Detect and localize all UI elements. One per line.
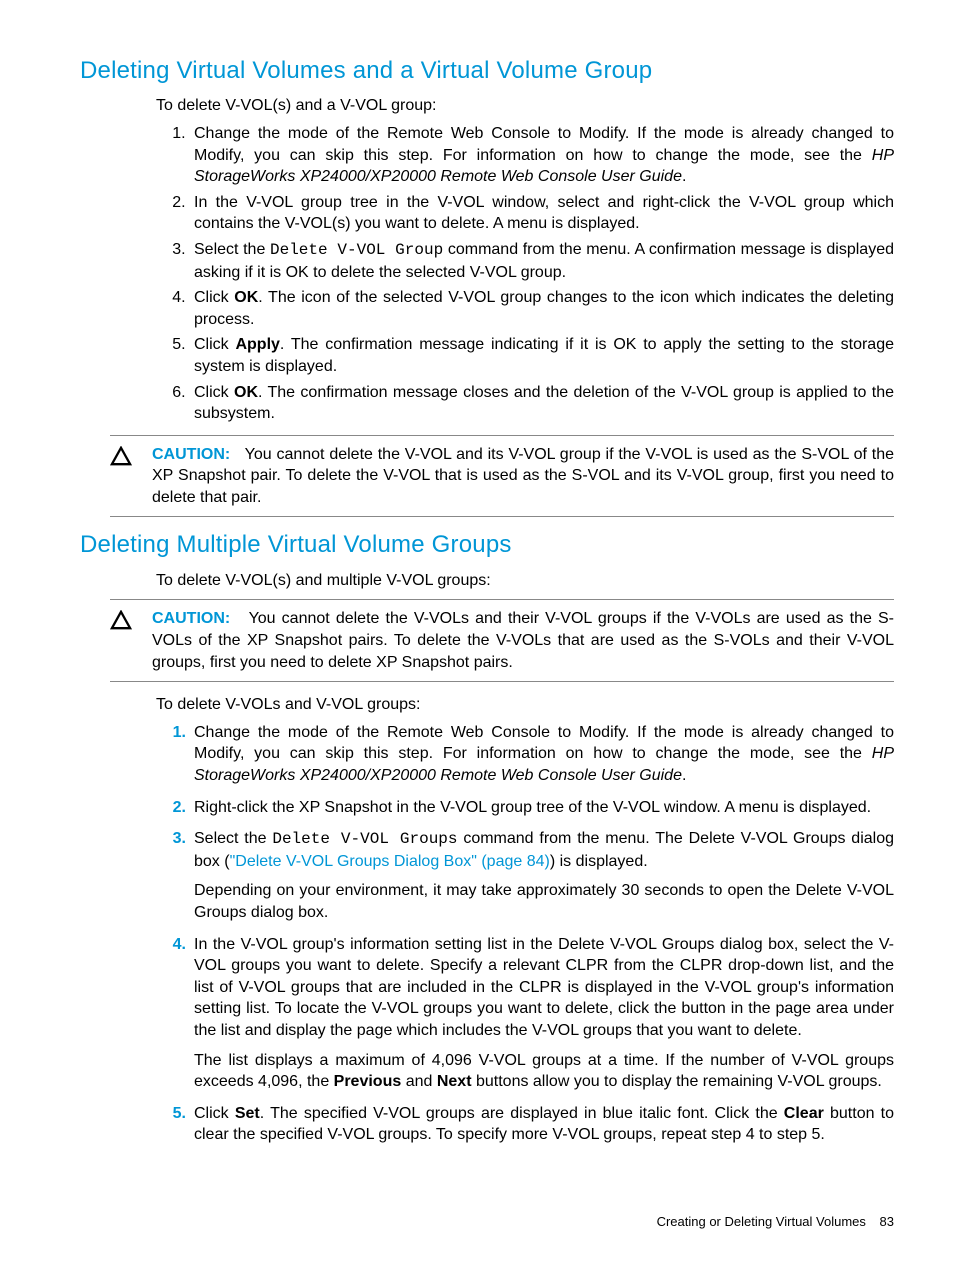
list-item: Click OK. The confirmation message close…	[190, 382, 894, 425]
command-text: Delete V-VOL Groups	[272, 830, 457, 848]
list-item: Select the Delete V-VOL Groups command f…	[190, 828, 894, 923]
list-item: Click Set. The specified V-VOL groups ar…	[190, 1103, 894, 1146]
caution-box: CAUTION: You cannot delete the V-VOL and…	[110, 435, 894, 518]
section2-intro: To delete V-VOL(s) and multiple V-VOL gr…	[156, 570, 894, 592]
step-text: Change the mode of the Remote Web Consol…	[194, 724, 894, 763]
section2-steps: Change the mode of the Remote Web Consol…	[156, 722, 894, 1146]
list-item: Click Apply. The confirmation message in…	[190, 334, 894, 377]
step-text: Select the	[194, 241, 270, 258]
caution-text: You cannot delete the V-VOLs and their V…	[152, 610, 894, 670]
section2-heading: Deleting Multiple Virtual Volume Groups	[80, 529, 894, 561]
caution-icon	[110, 608, 136, 637]
footer-title: Creating or Deleting Virtual Volumes	[657, 1214, 866, 1229]
step-text: ) is displayed.	[550, 853, 648, 870]
ui-label: Set	[235, 1105, 260, 1122]
step-text: . The confirmation message indicating if…	[194, 336, 894, 375]
page-footer: Creating or Deleting Virtual Volumes 83	[657, 1213, 894, 1231]
step-text: Select the	[194, 830, 272, 847]
section1-heading: Deleting Virtual Volumes and a Virtual V…	[80, 55, 894, 87]
ui-label: OK	[234, 384, 258, 401]
ui-label: Next	[437, 1073, 472, 1090]
caution-box: CAUTION: You cannot delete the V-VOLs an…	[110, 599, 894, 682]
step-text: . The specified V-VOL groups are display…	[260, 1105, 784, 1122]
section1-intro: To delete V-VOL(s) and a V-VOL group:	[156, 95, 894, 117]
section1-steps: Change the mode of the Remote Web Consol…	[156, 123, 894, 425]
step-text: Click	[194, 1105, 235, 1122]
ui-label: OK	[234, 289, 258, 306]
list-item: In the V-VOL group tree in the V-VOL win…	[190, 192, 894, 235]
ui-label: Clear	[784, 1105, 824, 1122]
step-text: .	[682, 168, 686, 185]
step-text: .	[682, 767, 686, 784]
list-item: Click OK. The icon of the selected V-VOL…	[190, 287, 894, 330]
step-text: . The confirmation message closes and th…	[194, 384, 894, 423]
step-text: Click	[194, 336, 235, 353]
step-subpara: Depending on your environment, it may ta…	[194, 880, 894, 923]
ui-label: Apply	[235, 336, 279, 353]
step-subpara: The list displays a maximum of 4,096 V-V…	[194, 1050, 894, 1093]
list-item: Right-click the XP Snapshot in the V-VOL…	[190, 797, 894, 819]
step-text: Click	[194, 289, 234, 306]
caution-text: You cannot delete the V-VOL and its V-VO…	[152, 446, 894, 506]
list-item: Change the mode of the Remote Web Consol…	[190, 123, 894, 188]
command-text: Delete V-VOL Group	[270, 241, 443, 259]
step-text: In the V-VOL group's information setting…	[194, 936, 894, 1039]
step-text: . The icon of the selected V-VOL group c…	[194, 289, 894, 328]
caution-icon	[110, 444, 136, 473]
step-text: Click	[194, 384, 234, 401]
caution-label: CAUTION:	[152, 446, 230, 463]
caution-body: CAUTION: You cannot delete the V-VOL and…	[152, 444, 894, 509]
cross-ref-link[interactable]: "Delete V-VOL Groups Dialog Box" (page 8…	[230, 853, 550, 870]
caution-body: CAUTION: You cannot delete the V-VOLs an…	[152, 608, 894, 673]
section2-intro2: To delete V-VOLs and V-VOL groups:	[156, 694, 894, 716]
page-number: 83	[880, 1214, 894, 1229]
list-item: Select the Delete V-VOL Group command fr…	[190, 239, 894, 283]
step-text: and	[401, 1073, 437, 1090]
caution-label: CAUTION:	[152, 610, 230, 627]
list-item: Change the mode of the Remote Web Consol…	[190, 722, 894, 787]
step-text: Change the mode of the Remote Web Consol…	[194, 125, 894, 164]
step-text: buttons allow you to display the remaini…	[472, 1073, 882, 1090]
ui-label: Previous	[334, 1073, 402, 1090]
list-item: In the V-VOL group's information setting…	[190, 934, 894, 1093]
